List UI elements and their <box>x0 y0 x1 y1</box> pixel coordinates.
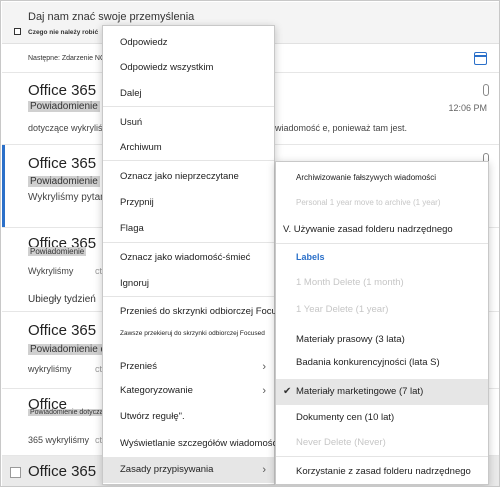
chevron-right-icon: › <box>262 385 266 397</box>
message-subject: Powiadomienie <box>28 247 87 256</box>
feedback-subtitle[interactable]: Czego nie należy robić <box>28 29 98 36</box>
submenu-labels-header: Labels <box>296 252 325 262</box>
message-preview: wykryliśmy <box>28 364 72 374</box>
menu-item-view-message-details[interactable]: Wyświetlanie szczegółów wiadomości <box>103 431 279 457</box>
menu-item-label: Przenieś <box>120 361 157 372</box>
menu-item-label: Zasady przypisywania <box>120 464 214 475</box>
outlook-window: Daj nam znać swoje przemyślenia Czego ni… <box>0 0 500 487</box>
menu-item-mark-junk[interactable]: Oznacz jako wiadomość-śmieć <box>103 245 274 271</box>
menu-item-move[interactable]: Przenieś › <box>103 354 274 380</box>
submenu-item-1-month-delete: 1 Month Delete (1 month) <box>296 277 404 288</box>
submenu-divider <box>276 456 488 457</box>
message-sender: Office 365 <box>28 155 97 172</box>
menu-item-reply[interactable]: Odpowiedz <box>103 30 274 56</box>
menu-item-forward[interactable]: Dalej <box>103 81 274 107</box>
attachment-icon <box>483 84 489 96</box>
menu-item-label: Kategoryzowanie <box>120 385 193 396</box>
assign-policy-submenu: Archiwizowanie fałszywych wiadomości Per… <box>275 161 489 485</box>
menu-item-ignore[interactable]: Ignoruj <box>103 271 274 297</box>
message-select-checkbox[interactable] <box>10 467 21 478</box>
menu-item-categorize[interactable]: Kategoryzowanie › <box>103 378 274 404</box>
chevron-right-icon: › <box>262 361 266 373</box>
message-sender: Office 365 <box>28 463 97 480</box>
group-header-last-week: Ubiegły tydzień <box>28 294 96 305</box>
menu-item-assign-policy[interactable]: Zasady przypisywania › <box>103 457 274 483</box>
message-preview-overflow: ct <box>95 364 103 374</box>
menu-item-flag[interactable]: Flaga <box>103 216 274 242</box>
submenu-item-marketing-materials[interactable]: ✔ Materiały marketingowe (7 lat) <box>276 379 488 405</box>
context-menu: Odpowiedz Odpowiedz wszystkim Dalej Usuń… <box>102 25 292 485</box>
menu-item-pin[interactable]: Przypnij <box>103 190 274 216</box>
feedback-checkbox[interactable] <box>14 28 21 35</box>
menu-item-reply-all[interactable]: Odpowiedz wszystkim <box>103 55 274 81</box>
menu-divider <box>103 106 274 107</box>
message-sender: Office 365 <box>28 82 97 99</box>
message-preview: Wykryliśmy pytanie <box>28 192 114 203</box>
message-subject: Powiadomienie <box>28 176 100 187</box>
submenu-item-1-year-delete: 1 Year Delete (1 year) <box>296 304 389 315</box>
message-snippet: wiadomość e, ponieważ tam jest. <box>275 123 408 133</box>
message-subject: Powiadomienie dotyczące <box>28 409 113 416</box>
message-time: 12:06 PM <box>448 103 487 113</box>
submenu-item-competitive-research[interactable]: Badania konkurencyjności (lata S) <box>276 350 488 376</box>
menu-item-create-rule[interactable]: Utwórz regułę". <box>103 404 274 430</box>
menu-divider <box>103 160 274 161</box>
message-subject: Powiadomienie <box>28 101 100 112</box>
submenu-item-archive-phishing[interactable]: Archiwizowanie fałszywych wiadomości <box>276 165 488 191</box>
submenu-item-personal-archive: Personal 1 year move to archive (1 year) <box>296 198 441 207</box>
menu-divider <box>103 296 274 297</box>
calendar-icon[interactable] <box>474 52 487 65</box>
message-preview-overflow: ct <box>95 435 103 445</box>
menu-item-archive[interactable]: Archiwum <box>103 135 274 161</box>
selection-indicator <box>2 145 5 227</box>
message-preview: 365 wykryliśmy <box>28 435 90 445</box>
chevron-right-icon: › <box>262 464 266 476</box>
message-preview: Wykryliśmy <box>28 266 74 276</box>
feedback-title: Daj nam znać swoje przemyślenia <box>28 11 195 23</box>
submenu-item-price-documents[interactable]: Dokumenty cen (10 lat) <box>276 405 488 431</box>
menu-divider <box>103 242 274 243</box>
menu-item-always-move-to-focused[interactable]: Zawsze przekieruj do skrzynki odbiorczej… <box>103 321 274 347</box>
message-preview-overflow: ct <box>95 266 103 276</box>
next-event-label: Następne: Zdarzenie NO <box>28 55 106 62</box>
menu-item-delete[interactable]: Usuń <box>103 110 274 136</box>
submenu-item-label: Materiały marketingowe (7 lat) <box>296 386 424 397</box>
submenu-item-never-delete: Never Delete (Never) <box>296 437 386 448</box>
message-sender: Office 365 <box>28 322 97 339</box>
submenu-item-use-parent-folder-policy[interactable]: V. Używanie zasad folderu nadrzędnego <box>276 217 488 243</box>
checkmark-icon: ✔ <box>283 386 292 397</box>
submenu-item-use-parent-folder-policy-2[interactable]: Korzystanie z zasad folderu nadrzędnego <box>276 459 488 485</box>
menu-item-mark-unread[interactable]: Oznacz jako nieprzeczytane <box>103 164 274 190</box>
